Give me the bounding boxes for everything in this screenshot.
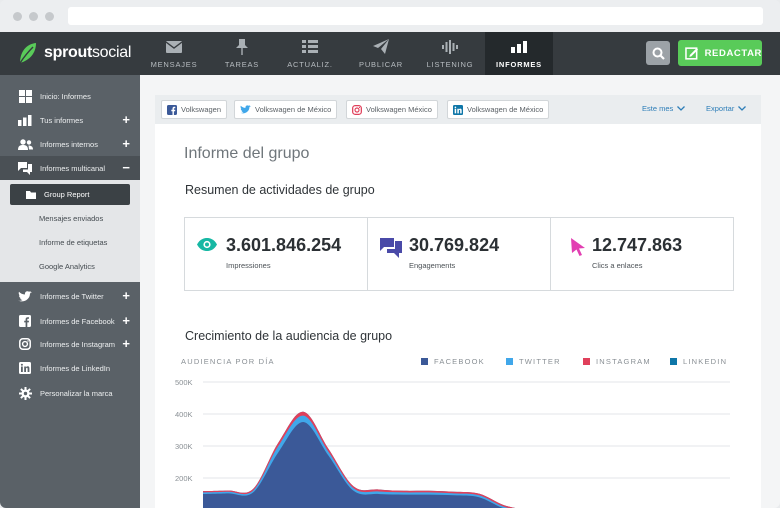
sidebar-item-tus-informes[interactable]: Tus informes + [0, 108, 140, 132]
add-icon[interactable]: + [122, 113, 130, 126]
pin-icon [236, 38, 248, 55]
sidebar-item-internos[interactable]: Informes internos + [0, 132, 140, 156]
collapse-icon[interactable]: − [122, 161, 130, 174]
sidebar-sub-item-mensajes[interactable]: Mensajes enviados [39, 214, 103, 223]
report-content: Volkswagen Volkswagen de México Volkswag… [155, 95, 761, 508]
sidebar-item-facebook[interactable]: Informes de Facebook + [0, 309, 140, 333]
sidebar-item-multicanal[interactable]: Informes multicanal − [0, 156, 140, 180]
search-icon [652, 47, 665, 60]
sidebar-item-linkedin[interactable]: Informes de LinkedIn [0, 356, 140, 380]
sprout-leaf-icon [19, 43, 36, 64]
list-icon [302, 39, 318, 55]
sidebar-sub-item-etiquetas[interactable]: Informe de etiquetas [39, 238, 107, 247]
chat-icon [17, 161, 33, 175]
compose-icon [685, 47, 699, 60]
y-tick-label: 200K [175, 474, 193, 483]
window-dot[interactable] [45, 12, 54, 21]
window-dot[interactable] [13, 12, 22, 21]
paper-plane-icon [373, 39, 389, 55]
sidebar-sub-item-group-report[interactable]: Group Report [10, 184, 130, 205]
search-button[interactable] [646, 41, 670, 65]
sidebar-sub-item-analytics[interactable]: Google Analytics [39, 262, 95, 271]
facebook-icon [17, 315, 33, 327]
window-dot[interactable] [29, 12, 38, 21]
bar-chart-icon [511, 39, 527, 55]
tab-publicar[interactable]: PUBLICAR [352, 32, 410, 75]
browser-bar [0, 0, 780, 32]
tab-actualiz[interactable]: ACTUALIZ. [280, 32, 340, 75]
soundwave-icon [442, 39, 458, 55]
tab-informes[interactable]: INFORMES [485, 32, 553, 75]
users-icon [17, 138, 33, 150]
sidebar-item-inicio[interactable]: Inicio: Informes [0, 84, 140, 108]
sidebar: Inicio: Informes Tus informes + Informes… [0, 75, 140, 508]
y-tick-label: 300K [175, 442, 193, 451]
sidebar-item-instagram[interactable]: Informes de Instagram + [0, 332, 140, 356]
add-icon[interactable]: + [122, 289, 130, 302]
add-icon[interactable]: + [122, 314, 130, 327]
grid-icon [17, 89, 33, 103]
bar-chart-icon [17, 114, 33, 126]
sidebar-item-personalizar[interactable]: Personalizar la marca [0, 381, 140, 405]
instagram-icon [17, 338, 33, 350]
envelope-icon [166, 39, 182, 55]
linkedin-icon [17, 362, 33, 374]
twitter-icon [17, 290, 33, 302]
app-window: sproutsocial MENSAJES TAREAS ACTUALIZ. P… [0, 0, 780, 508]
tab-tareas[interactable]: TAREAS [215, 32, 269, 75]
y-tick-label: 400K [175, 410, 193, 419]
brand-logo[interactable]: sproutsocial [18, 42, 131, 64]
add-icon[interactable]: + [122, 137, 130, 150]
add-icon[interactable]: + [122, 337, 130, 350]
tab-listening[interactable]: LISTENING [418, 32, 482, 75]
sidebar-item-twitter[interactable]: Informes de Twitter + [0, 284, 140, 308]
folder-icon [26, 190, 36, 199]
compose-button[interactable]: REDACTAR [678, 40, 762, 66]
y-tick-label: 500K [175, 378, 193, 387]
tab-mensajes[interactable]: MENSAJES [148, 32, 200, 75]
gear-icon [17, 386, 33, 400]
url-bar[interactable] [68, 7, 763, 25]
brand-name: sproutsocial [44, 44, 132, 61]
audience-chart: 500K 400K 300K 200K [175, 378, 730, 508]
